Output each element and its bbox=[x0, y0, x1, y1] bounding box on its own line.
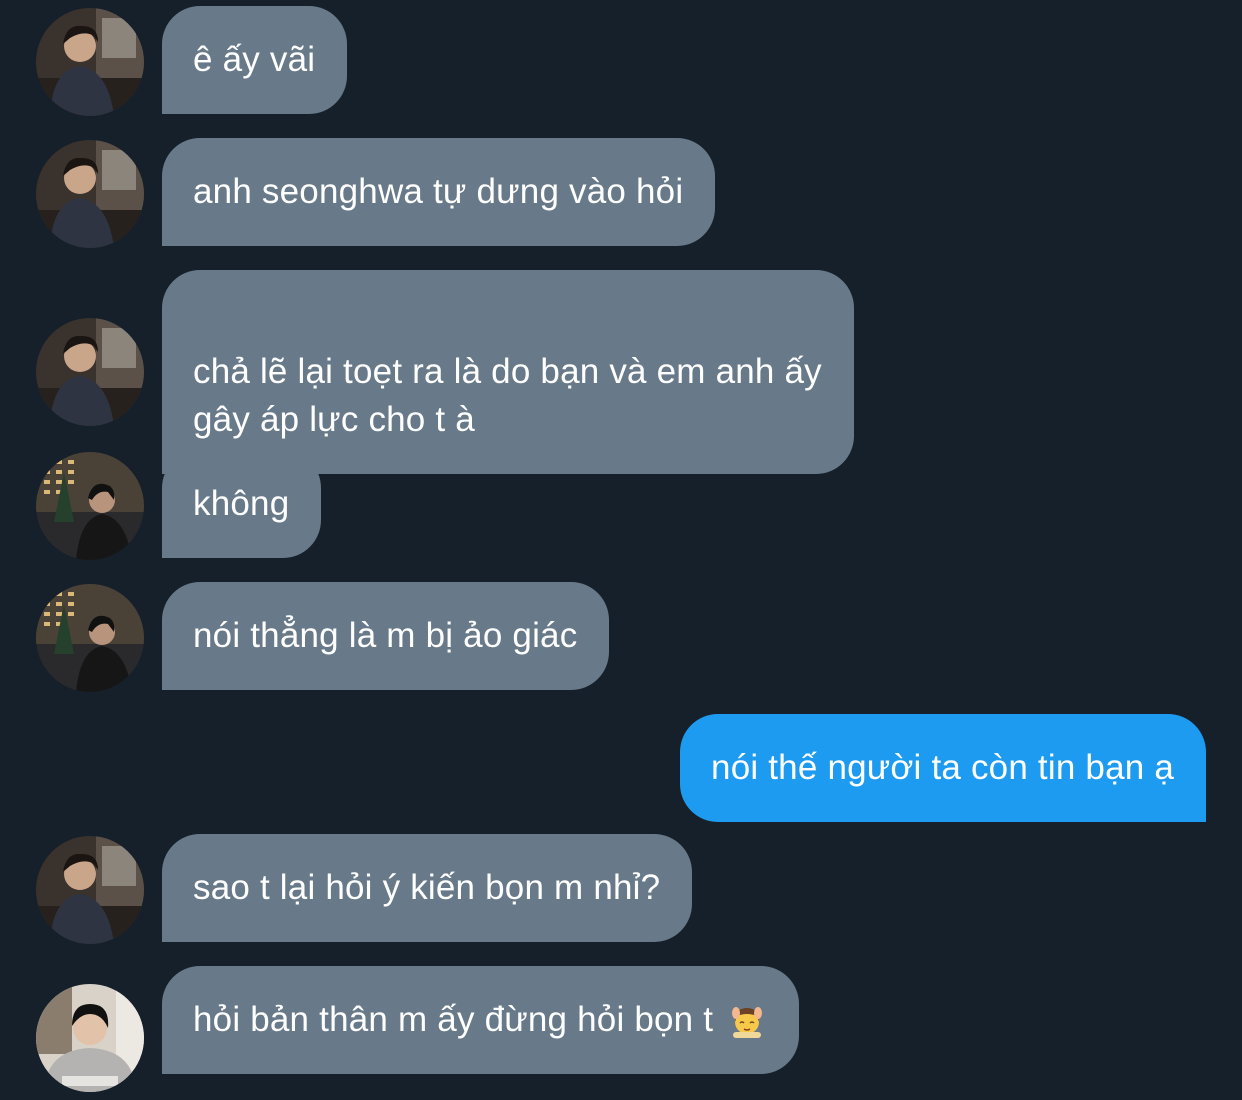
avatar-man-night-city[interactable] bbox=[36, 584, 144, 692]
message-text: ê ấy vãi bbox=[193, 40, 316, 79]
avatar-man-dark-room[interactable] bbox=[36, 836, 144, 944]
message-bubble-incoming[interactable]: ê ấy vãi bbox=[162, 6, 348, 114]
avatar-man-dark-room-image bbox=[36, 8, 144, 116]
message-text: anh seonghwa tự dưng vào hỏi bbox=[193, 172, 684, 211]
message-row: sao t lại hỏi ý kiến bọn m nhỉ? bbox=[0, 834, 1242, 944]
avatar-man-dark-room[interactable] bbox=[36, 318, 144, 426]
person-getting-massage-emoji bbox=[732, 1007, 763, 1038]
message-row: chả lẽ lại toẹt ra là do bạn và em anh ấ… bbox=[0, 270, 1242, 474]
message-bubble-incoming[interactable]: anh seonghwa tự dưng vào hỏi bbox=[162, 138, 716, 246]
avatar-man-dark-room-image bbox=[36, 318, 144, 426]
avatar-man-grey-hoodie[interactable] bbox=[36, 984, 144, 1092]
avatar-man-dark-room-image bbox=[36, 140, 144, 248]
message-text: nói thế người ta còn tin bạn ạ bbox=[711, 748, 1174, 787]
message-text: hỏi bản thân m ấy đừng hỏi bọn t bbox=[193, 1000, 714, 1039]
message-bubble-incoming[interactable]: hỏi bản thân m ấy đừng hỏi bọn t bbox=[162, 966, 800, 1074]
message-thread: ê ấy vãi anh seonghwa tự dưng vào hỏi ch… bbox=[0, 0, 1242, 1100]
message-bubble-incoming[interactable]: nói thẳng là m bị ảo giác bbox=[162, 582, 610, 690]
avatar-man-night-city-image bbox=[36, 452, 144, 560]
avatar-man-dark-room-image bbox=[36, 836, 144, 944]
message-bubble-outgoing[interactable]: nói thế người ta còn tin bạn ạ bbox=[680, 714, 1206, 822]
avatar-man-night-city[interactable] bbox=[36, 452, 144, 560]
message-row: anh seonghwa tự dưng vào hỏi bbox=[0, 138, 1242, 248]
message-text: sao t lại hỏi ý kiến bọn m nhỉ? bbox=[193, 868, 661, 907]
message-bubble-incoming[interactable]: không bbox=[162, 450, 322, 558]
message-row: nói thẳng là m bị ảo giác bbox=[0, 582, 1242, 692]
message-row: nói thế người ta còn tin bạn ạ bbox=[0, 714, 1242, 822]
avatar-man-dark-room[interactable] bbox=[36, 140, 144, 248]
message-row: ê ấy vãi bbox=[0, 6, 1242, 116]
message-row: không bbox=[0, 450, 1242, 560]
message-row: hỏi bản thân m ấy đừng hỏi bọn t bbox=[0, 966, 1242, 1092]
message-text: nói thẳng là m bị ảo giác bbox=[193, 616, 578, 655]
message-bubble-incoming[interactable]: sao t lại hỏi ý kiến bọn m nhỉ? bbox=[162, 834, 693, 942]
message-text: không bbox=[193, 484, 290, 523]
avatar-man-grey-hoodie-image bbox=[36, 984, 144, 1092]
message-text: chả lẽ lại toẹt ra là do bạn và em anh ấ… bbox=[193, 352, 822, 439]
avatar-man-dark-room[interactable] bbox=[36, 8, 144, 116]
avatar-man-night-city-image bbox=[36, 584, 144, 692]
message-bubble-incoming[interactable]: chả lẽ lại toẹt ra là do bạn và em anh ấ… bbox=[162, 270, 854, 474]
